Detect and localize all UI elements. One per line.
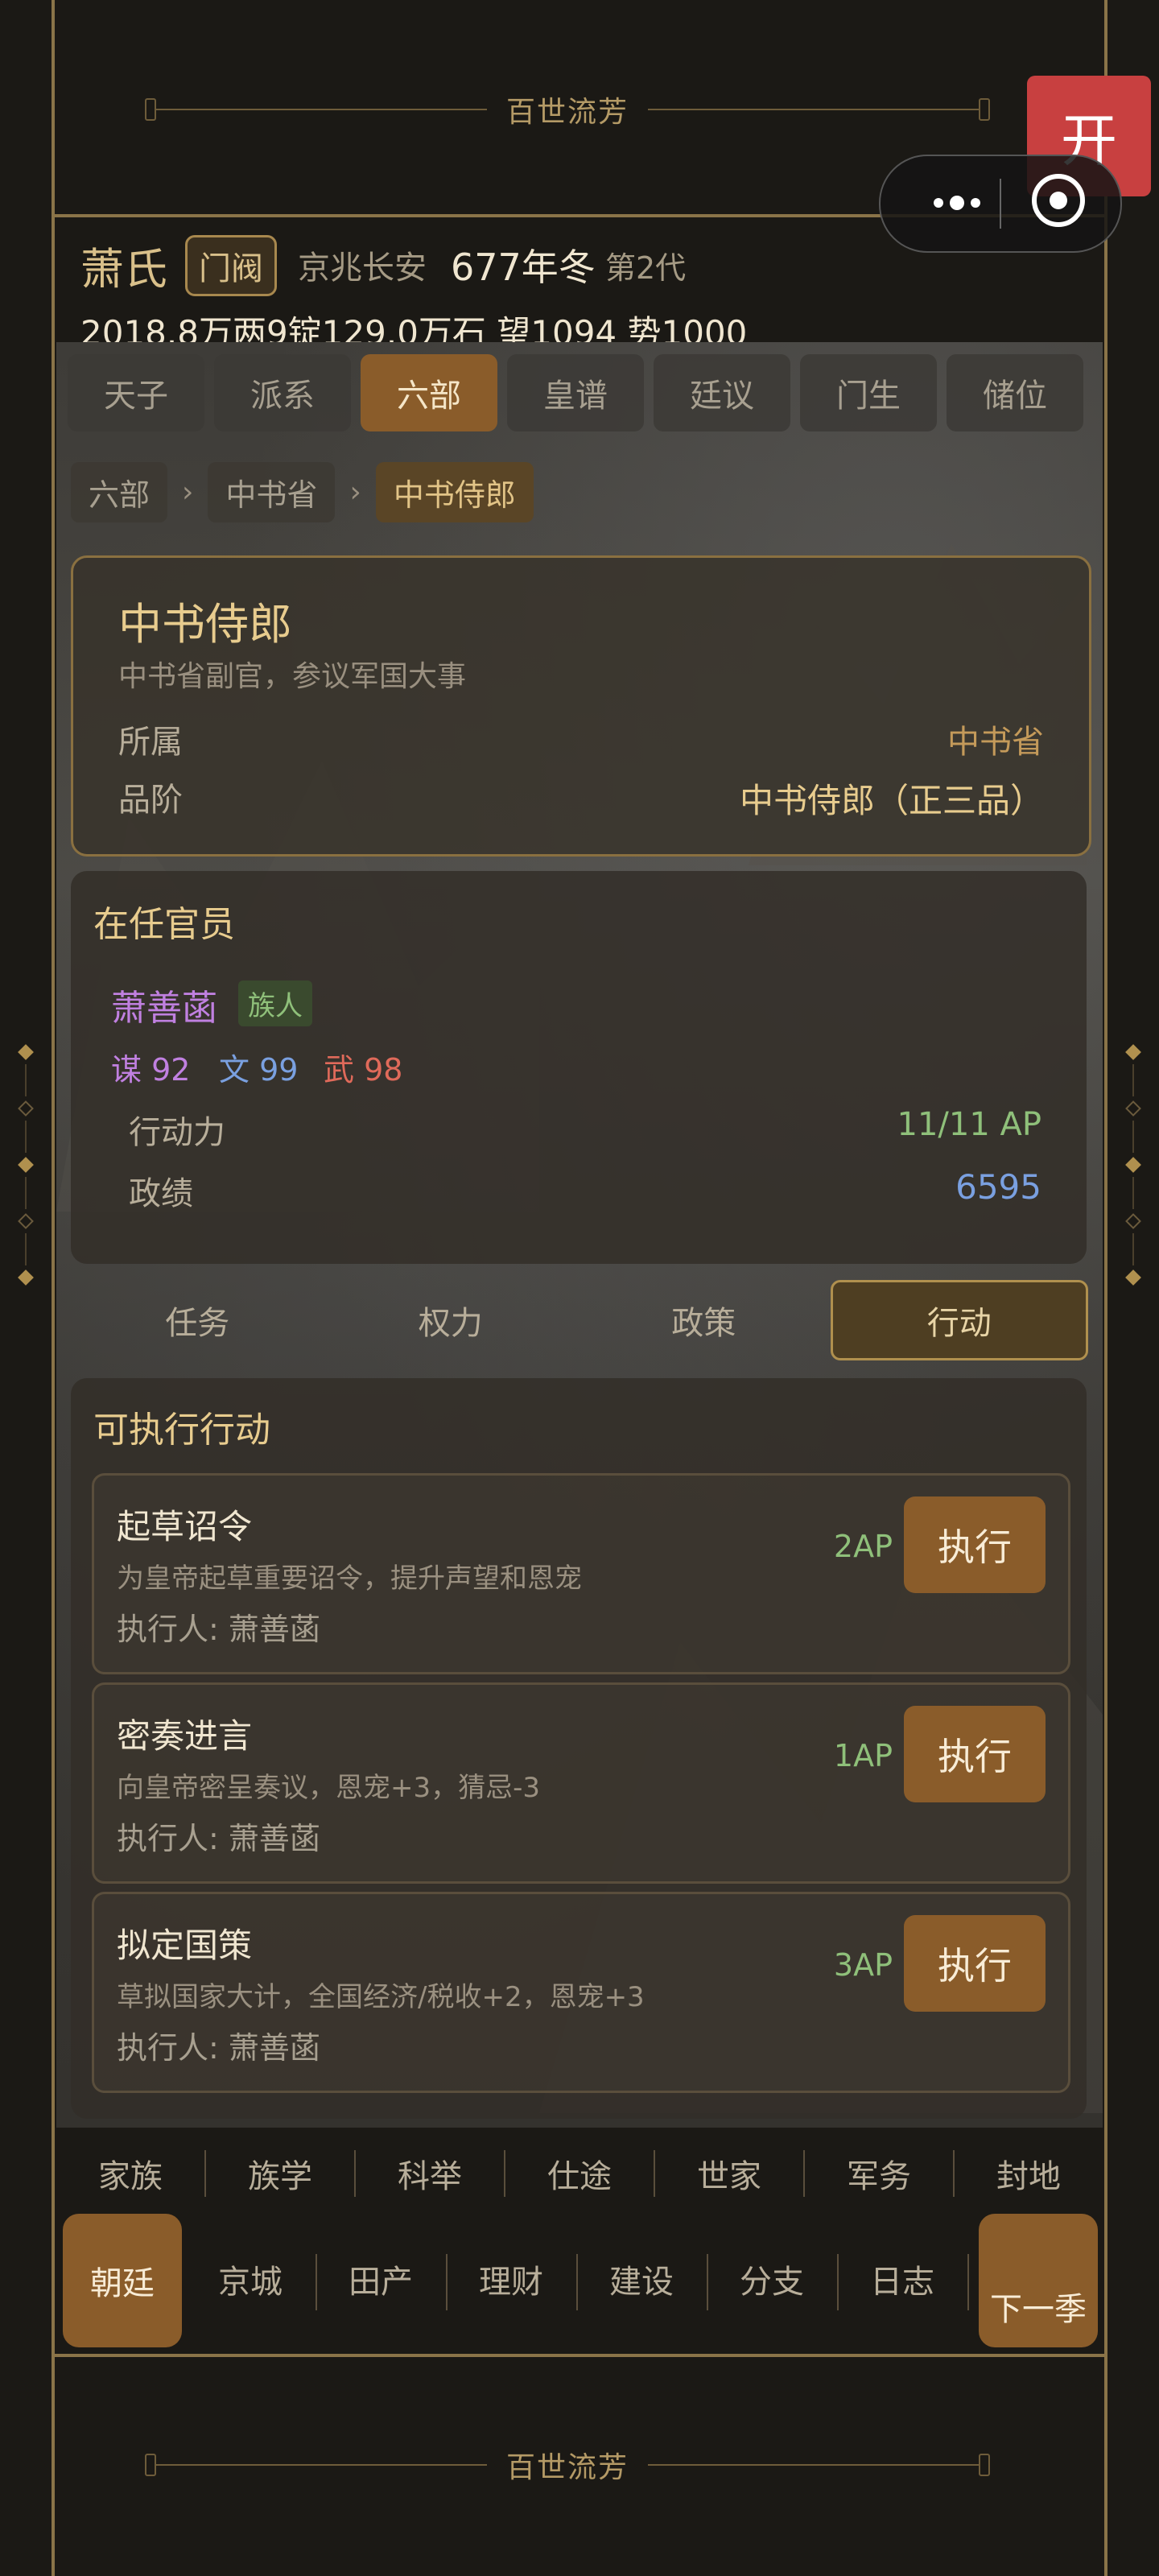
frame-right-line (1104, 0, 1107, 2576)
year-label: 677年冬 (451, 246, 596, 289)
action-title: 起草诏令 (117, 1507, 253, 1546)
action-title: 拟定国策 (117, 1926, 253, 1965)
nav-fenzhi[interactable]: 分支 (707, 2254, 839, 2310)
nav-junwu[interactable]: 军务 (805, 2150, 955, 2197)
generation-label: 第2代 (605, 250, 687, 286)
actions-section-title: 可执行行动 (93, 1410, 270, 1451)
post-title: 中书侍郎 (118, 599, 292, 650)
merit-label: 政绩 (129, 1175, 193, 1212)
official-card: 在任官员 萧善菡 族人 谋 92 文 99 武 98 行动力 11/11 AP … (71, 871, 1087, 1264)
post-info-card: 中书侍郎 中书省副官，参议军国大事 所属 中书省 品阶 中书侍郎（正三品） (71, 555, 1091, 857)
action-cost: 3AP (833, 1947, 893, 1983)
nav-jiazu[interactable]: 家族 (56, 2150, 206, 2197)
nav-keju[interactable]: 科举 (356, 2150, 505, 2197)
left-side-ornament (18, 1044, 34, 1286)
official-section-title: 在任官员 (93, 904, 235, 945)
stat-wu: 武 98 (324, 1052, 403, 1088)
miniprogram-capsule (879, 155, 1122, 253)
action-executor: 执行人: 萧善菡 (117, 1821, 320, 1856)
nav-fengdi[interactable]: 封地 (955, 2150, 1103, 2197)
breadcrumb-zhongshusheng[interactable]: 中书省 (208, 462, 336, 522)
action-description: 为皇帝起草重要诏令，提升声望和恩宠 (117, 1563, 582, 1595)
subtab-actions[interactable]: 行动 (830, 1280, 1088, 1360)
execute-button[interactable]: 执行 (904, 1496, 1046, 1593)
action-cost: 1AP (833, 1738, 893, 1773)
official-name[interactable]: 萧善菡 (111, 979, 217, 1030)
nav-jingcheng[interactable]: 京城 (185, 2254, 317, 2310)
right-side-ornament (1125, 1044, 1141, 1286)
chevron-right-icon: › (349, 476, 361, 509)
nav-jianshe[interactable]: 建设 (576, 2254, 708, 2310)
bottom-banner-text: 百世流芳 (506, 2451, 629, 2484)
post-description: 中书省副官，参议军国大事 (118, 660, 467, 693)
clan-rank-badge: 门阀 (185, 235, 277, 296)
rank-label: 品阶 (118, 782, 183, 819)
merit-value: 6595 (955, 1167, 1041, 1207)
action-description: 草拟国家大计，全国经济/税收+2，恩宠+3 (117, 1981, 645, 2013)
frame-left-line (52, 0, 55, 2576)
close-target-icon[interactable] (1032, 174, 1085, 227)
action-description: 向皇帝密呈奏议，恩宠+3，猜忌-3 (117, 1772, 541, 1804)
bottom-banner: 百世流芳 (145, 2441, 991, 2489)
rank-value: 中书侍郎（正三品） (739, 781, 1044, 820)
official-tag: 族人 (238, 980, 312, 1026)
action-executor: 执行人: 萧善菡 (117, 2030, 320, 2066)
action-item: 拟定国策 草拟国家大计，全国经济/税收+2，恩宠+3 执行人: 萧善菡 3AP … (92, 1892, 1070, 2093)
tab-liubu[interactable]: 六部 (361, 354, 497, 431)
bottom-nav-main: 朝廷 京城 田产 理财 建设 分支 日志 下一季 (56, 2214, 1103, 2351)
ap-label: 行动力 (129, 1114, 225, 1151)
location-label: 京兆长安 (298, 250, 427, 287)
sub-tabs: 任务 权力 政策 行动 (71, 1280, 1088, 1360)
breadcrumb-liubu[interactable]: 六部 (71, 462, 168, 522)
tab-chuwei[interactable]: 储位 (947, 354, 1083, 431)
action-item: 密奏进言 向皇帝密呈奏议，恩宠+3，猜忌-3 执行人: 萧善菡 1AP 执行 (92, 1682, 1070, 1884)
subtab-tasks[interactable]: 任务 (71, 1280, 324, 1360)
tab-tingyi[interactable]: 廷议 (654, 354, 790, 431)
breadcrumb: 六部 › 中书省 › 中书侍郎 (71, 462, 534, 522)
next-season-button[interactable]: 下一季 (979, 2214, 1098, 2347)
breadcrumb-current: 中书侍郎 (375, 462, 534, 522)
tab-paixi[interactable]: 派系 (214, 354, 351, 431)
bottom-nav-top: 家族 族学 科举 仕途 世家 军务 封地 (56, 2133, 1103, 2214)
execute-button[interactable]: 执行 (904, 1706, 1046, 1802)
dept-value: 中书省 (947, 724, 1044, 761)
dept-label: 所属 (118, 724, 183, 761)
frame-bottom-divider (52, 2354, 1107, 2357)
nav-shijia[interactable]: 世家 (655, 2150, 805, 2197)
action-title: 密奏进言 (117, 1716, 253, 1756)
top-banner: 百世流芳 (145, 85, 991, 134)
tab-huangpu[interactable]: 皇谱 (507, 354, 644, 431)
action-item: 起草诏令 为皇帝起草重要诏令，提升声望和恩宠 执行人: 萧善菡 2AP 执行 (92, 1473, 1070, 1674)
top-banner-text: 百世流芳 (506, 96, 629, 129)
subtab-policy[interactable]: 政策 (577, 1280, 831, 1360)
stat-wen: 文 99 (219, 1052, 299, 1088)
execute-button[interactable]: 执行 (904, 1915, 1046, 2012)
nav-shitu[interactable]: 仕途 (505, 2150, 655, 2197)
nav-rizhi[interactable]: 日志 (837, 2254, 969, 2310)
chevron-right-icon: › (182, 476, 194, 509)
nav-licai[interactable]: 理财 (446, 2254, 578, 2310)
action-executor: 执行人: 萧善菡 (117, 1612, 320, 1647)
action-cost: 2AP (833, 1529, 893, 1564)
stat-mou: 谋 92 (111, 1052, 191, 1088)
family-name: 萧氏 (80, 244, 167, 295)
nav-tianchan[interactable]: 田产 (316, 2254, 448, 2310)
subtab-power[interactable]: 权力 (324, 1280, 578, 1360)
more-icon[interactable] (913, 180, 1001, 225)
tab-tianzi[interactable]: 天子 (68, 354, 204, 431)
main-tabs: 天子 派系 六部 皇谱 廷议 门生 储位 (68, 354, 1083, 431)
ap-value: 11/11 AP (897, 1106, 1041, 1143)
tab-mensheng[interactable]: 门生 (800, 354, 937, 431)
nav-chaoting-active[interactable]: 朝廷 (63, 2214, 182, 2347)
nav-zuxue[interactable]: 族学 (206, 2150, 356, 2197)
